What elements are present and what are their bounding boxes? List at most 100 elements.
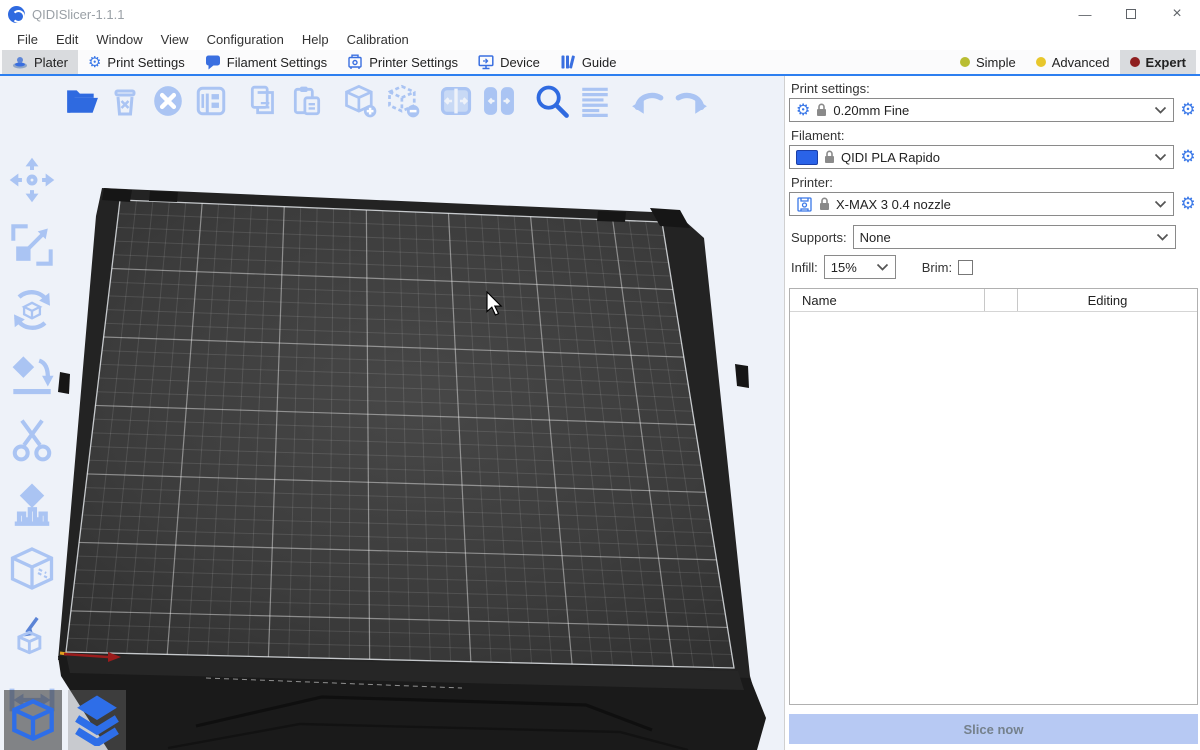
search-button[interactable]: [534, 82, 570, 120]
maximize-button[interactable]: [1108, 0, 1154, 28]
preview-view-button[interactable]: [68, 690, 126, 750]
simple-dot-icon: [960, 57, 970, 67]
view-mode-toggles: [4, 690, 126, 750]
printer-gear-button[interactable]: ⚙: [1178, 196, 1198, 213]
chevron-down-icon: [1154, 106, 1167, 114]
printer-value: X-MAX 3 0.4 nozzle: [836, 197, 1148, 212]
column-name: Name: [790, 289, 985, 311]
copy-button[interactable]: [246, 82, 282, 120]
print-settings-label: Print settings:: [791, 81, 1198, 96]
tab-plater[interactable]: Plater: [2, 50, 78, 74]
slice-now-button[interactable]: Slice now: [789, 714, 1198, 744]
lock-icon: [819, 197, 830, 211]
gear-icon: ⚙: [88, 55, 101, 70]
tab-label: Filament Settings: [227, 55, 327, 70]
editor-view-button[interactable]: [4, 690, 62, 750]
place-on-face-tool-button[interactable]: [8, 351, 56, 399]
tab-bar: Plater ⚙ Print Settings Filament Setting…: [0, 50, 1200, 76]
mode-label: Advanced: [1052, 55, 1110, 70]
print-settings-gear-button[interactable]: ⚙: [1178, 102, 1198, 119]
delete-all-button[interactable]: [150, 82, 186, 120]
tab-label: Printer Settings: [369, 55, 458, 70]
undo-button[interactable]: [630, 82, 666, 120]
menu-help[interactable]: Help: [293, 30, 338, 49]
3d-viewport[interactable]: [0, 76, 784, 750]
tab-label: Print Settings: [107, 55, 184, 70]
object-list-header: Name Editing: [790, 289, 1197, 312]
chevron-down-icon: [1156, 233, 1169, 241]
delete-button[interactable]: [107, 82, 143, 120]
arrange-button[interactable]: [193, 82, 229, 120]
brim-label: Brim:: [922, 260, 952, 275]
sink-tool-button[interactable]: [8, 611, 56, 659]
variable-layer-height-button[interactable]: [577, 82, 613, 120]
add-instance-button[interactable]: [342, 82, 378, 120]
supports-combo[interactable]: None: [853, 225, 1176, 249]
scale-tool-button[interactable]: [8, 221, 56, 269]
menu-configuration[interactable]: Configuration: [198, 30, 293, 49]
app-logo-icon: [8, 6, 25, 23]
printer-label: Printer:: [791, 175, 1198, 190]
expert-dot-icon: [1130, 57, 1140, 67]
printer-icon: [347, 54, 363, 70]
rotate-tool-button[interactable]: [8, 286, 56, 334]
tab-printer-settings[interactable]: Printer Settings: [337, 50, 468, 74]
infill-combo[interactable]: 15%: [824, 255, 896, 279]
window-title: QIDISlicer-1.1.1: [32, 7, 124, 22]
paste-button[interactable]: [289, 82, 325, 120]
build-plate-scene: [0, 76, 784, 750]
tab-guide[interactable]: Guide: [550, 50, 627, 74]
supports-value: None: [860, 230, 1150, 245]
gear-icon: ⚙: [796, 102, 810, 118]
remove-instance-button[interactable]: [385, 82, 421, 120]
mode-expert[interactable]: Expert: [1120, 50, 1196, 74]
filament-gear-button[interactable]: ⚙: [1178, 149, 1198, 166]
menu-file[interactable]: File: [8, 30, 47, 49]
mode-simple[interactable]: Simple: [950, 50, 1026, 74]
filament-combo[interactable]: QIDI PLA Rapido: [789, 145, 1174, 169]
tab-label: Device: [500, 55, 540, 70]
maximize-icon: [1126, 9, 1136, 19]
print-settings-combo[interactable]: ⚙ 0.20mm Fine: [789, 98, 1174, 122]
mode-label: Expert: [1146, 55, 1186, 70]
infill-value: 15%: [831, 260, 870, 275]
tab-print-settings[interactable]: ⚙ Print Settings: [78, 50, 195, 74]
measure-tool-button[interactable]: [8, 546, 56, 594]
brim-checkbox[interactable]: [958, 260, 973, 275]
close-button[interactable]: ×: [1154, 0, 1200, 28]
tab-label: Guide: [582, 55, 617, 70]
printer-combo[interactable]: X-MAX 3 0.4 nozzle: [789, 192, 1174, 216]
seam-painting-tool-button[interactable]: [8, 481, 56, 529]
settings-panel: Print settings: ⚙ 0.20mm Fine ⚙ Filament…: [784, 76, 1200, 750]
menu-view[interactable]: View: [152, 30, 198, 49]
mode-advanced[interactable]: Advanced: [1026, 50, 1120, 74]
mode-switcher: Simple Advanced Expert: [950, 50, 1200, 74]
column-editing: Editing: [1018, 293, 1197, 308]
menu-edit[interactable]: Edit: [47, 30, 87, 49]
filament-value: QIDI PLA Rapido: [841, 150, 1148, 165]
cut-tool-button[interactable]: [8, 416, 56, 464]
menu-bar: File Edit Window View Configuration Help…: [0, 28, 1200, 50]
menu-window[interactable]: Window: [87, 30, 151, 49]
printer-icon: [796, 196, 813, 213]
3d-cube-icon: [10, 697, 56, 743]
open-folder-button[interactable]: [64, 82, 100, 120]
move-tool-button[interactable]: [8, 156, 56, 204]
minimize-button[interactable]: —: [1062, 0, 1108, 28]
lock-icon: [824, 150, 835, 164]
redo-button[interactable]: [673, 82, 709, 120]
tab-label: Plater: [34, 55, 68, 70]
menu-calibration[interactable]: Calibration: [338, 30, 418, 49]
split-parts-button[interactable]: [481, 82, 517, 120]
column-spacer: [985, 289, 1018, 311]
infill-label: Infill:: [791, 260, 818, 275]
tab-device[interactable]: Device: [468, 50, 550, 74]
gizmo-toolbar: [8, 156, 56, 724]
guide-icon: [560, 54, 576, 70]
print-settings-value: 0.20mm Fine: [833, 103, 1148, 118]
split-objects-button[interactable]: [438, 82, 474, 120]
advanced-dot-icon: [1036, 57, 1046, 67]
tab-filament-settings[interactable]: Filament Settings: [195, 50, 337, 74]
plater-icon: [12, 54, 28, 70]
object-list[interactable]: Name Editing: [789, 288, 1198, 705]
